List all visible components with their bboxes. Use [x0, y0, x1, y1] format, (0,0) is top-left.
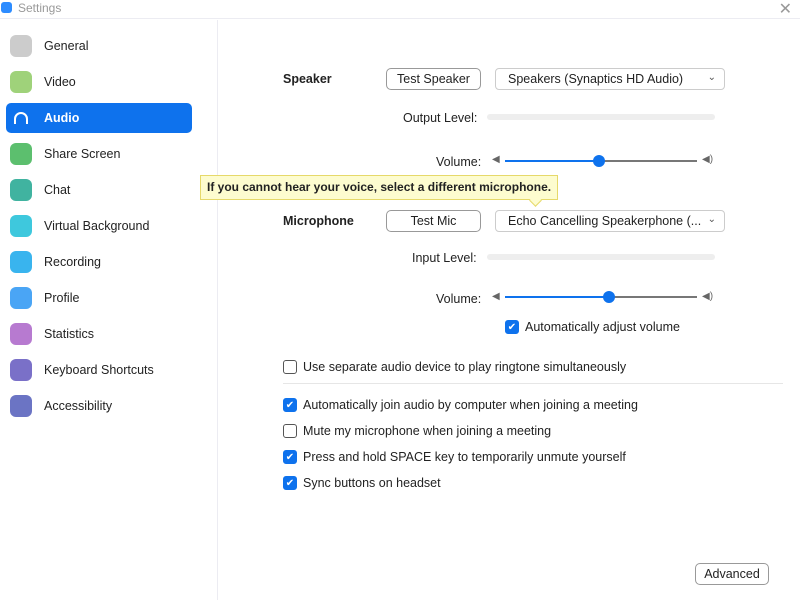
checkbox-label: Use separate audio device to play ringto…: [303, 360, 627, 374]
auto-adjust-volume-checkbox[interactable]: ✔ Automatically adjust volume: [505, 320, 680, 334]
chat-bubble-icon: [10, 179, 32, 201]
close-icon[interactable]: ✕: [779, 0, 792, 19]
volume-high-icon: ◀): [702, 291, 714, 302]
output-level-label: Output Level:: [403, 111, 478, 125]
record-icon: [10, 251, 32, 273]
accessibility-icon: [10, 395, 32, 417]
divider: [283, 383, 783, 384]
checkbox-label: Automatically join audio by computer whe…: [303, 398, 638, 412]
virtual-background-icon: [10, 215, 32, 237]
sidebar-item-audio[interactable]: Audio: [6, 103, 192, 133]
speaker-label: Speaker: [283, 72, 332, 86]
sidebar-item-label: Chat: [44, 183, 71, 197]
microphone-device: Echo Cancelling Speakerphone (...: [508, 214, 702, 228]
microphone-tooltip: If you cannot hear your voice, select a …: [200, 175, 559, 200]
mic-volume-label: Volume:: [436, 292, 482, 306]
sidebar: General Video Audio Share Screen Chat Virtual…: [0, 20, 218, 600]
option-checkbox[interactable]: ✔ Sync buttons on headset: [283, 476, 441, 490]
sidebar-item-label: Virtual Background: [44, 219, 150, 233]
output-level-meter: [487, 114, 715, 120]
gear-icon: [10, 35, 32, 57]
mic-volume-slider[interactable]: [505, 291, 697, 303]
checkbox-label: Press and hold SPACE key to temporarily …: [303, 450, 626, 464]
sidebar-item-keyboard-shortcuts[interactable]: Keyboard Shortcuts: [6, 355, 192, 385]
sidebar-item-label: Statistics: [44, 327, 95, 341]
test-speaker-button[interactable]: Test Speaker: [386, 68, 481, 90]
sidebar-item-general[interactable]: General: [6, 31, 192, 61]
sidebar-item-video[interactable]: Video: [6, 67, 192, 97]
input-level-label: Input Level:: [412, 251, 477, 265]
person-icon: [10, 287, 32, 309]
keyboard-icon: [10, 359, 32, 381]
sidebar-item-virtual-background[interactable]: Virtual Background: [6, 211, 192, 241]
checkbox-checked-icon: ✔: [283, 450, 297, 464]
chevron-down-icon: ⌄: [707, 72, 716, 83]
sidebar-item-label: Keyboard Shortcuts: [44, 363, 154, 377]
option-checkbox[interactable]: Use separate audio device to play ringto…: [283, 360, 626, 374]
title-bar: Settings ✕: [0, 0, 800, 19]
test-mic-button[interactable]: Test Mic: [386, 210, 481, 232]
speaker-device: Speakers (Synaptics HD Audio): [508, 72, 684, 86]
speaker-select[interactable]: Speakers (Synaptics HD Audio) ⌄: [495, 68, 725, 90]
slider-knob[interactable]: [593, 155, 606, 167]
checkbox-label: Mute my microphone when joining a meetin…: [303, 424, 552, 438]
sidebar-item-label: Profile: [44, 291, 80, 305]
checkbox-unchecked-icon: [283, 360, 297, 374]
option-checkbox[interactable]: Mute my microphone when joining a meetin…: [283, 424, 551, 438]
checkbox-checked-icon: ✔: [505, 320, 519, 334]
sidebar-item-label: Video: [44, 75, 76, 89]
input-level-meter: [487, 254, 715, 260]
sidebar-item-label: Accessibility: [44, 399, 113, 413]
window-title: Settings: [18, 1, 62, 15]
advanced-button[interactable]: Advanced: [695, 563, 769, 585]
chevron-down-icon: ⌄: [707, 214, 716, 225]
sidebar-item-chat[interactable]: Chat: [6, 175, 192, 205]
headphones-icon: [10, 107, 32, 129]
share-screen-icon: [10, 143, 32, 165]
sidebar-item-label: General: [44, 39, 89, 53]
sidebar-item-share-screen[interactable]: Share Screen: [6, 139, 192, 169]
volume-high-icon: ◀): [702, 154, 714, 165]
checkbox-label: Sync buttons on headset: [303, 476, 441, 490]
speaker-volume-label: Volume:: [436, 155, 482, 169]
option-checkbox[interactable]: ✔ Automatically join audio by computer wh…: [283, 398, 638, 412]
video-camera-icon: [10, 71, 32, 93]
sidebar-item-label: Share Screen: [44, 147, 121, 161]
volume-low-icon: ◀: [492, 291, 500, 302]
sidebar-item-recording[interactable]: Recording: [6, 247, 192, 277]
microphone-label: Microphone: [283, 214, 354, 228]
sidebar-item-statistics[interactable]: Statistics: [6, 319, 192, 349]
option-checkbox[interactable]: ✔ Press and hold SPACE key to temporarily…: [283, 450, 626, 464]
bar-chart-icon: [10, 323, 32, 345]
checkbox-checked-icon: ✔: [283, 398, 297, 412]
sidebar-item-label: Recording: [44, 255, 101, 269]
checkbox-checked-icon: ✔: [283, 476, 297, 490]
sidebar-item-label: Audio: [44, 111, 80, 125]
checkbox-unchecked-icon: [283, 424, 297, 438]
zoom-logo-icon: [1, 2, 12, 13]
volume-low-icon: ◀: [492, 154, 500, 165]
sidebar-item-accessibility[interactable]: Accessibility: [6, 391, 192, 421]
slider-knob[interactable]: [602, 291, 615, 303]
speaker-volume-slider[interactable]: [505, 155, 697, 167]
microphone-select[interactable]: Echo Cancelling Speakerphone (... ⌄: [495, 210, 725, 232]
checkbox-label: Automatically adjust volume: [525, 320, 680, 334]
sidebar-item-profile[interactable]: Profile: [6, 283, 192, 313]
